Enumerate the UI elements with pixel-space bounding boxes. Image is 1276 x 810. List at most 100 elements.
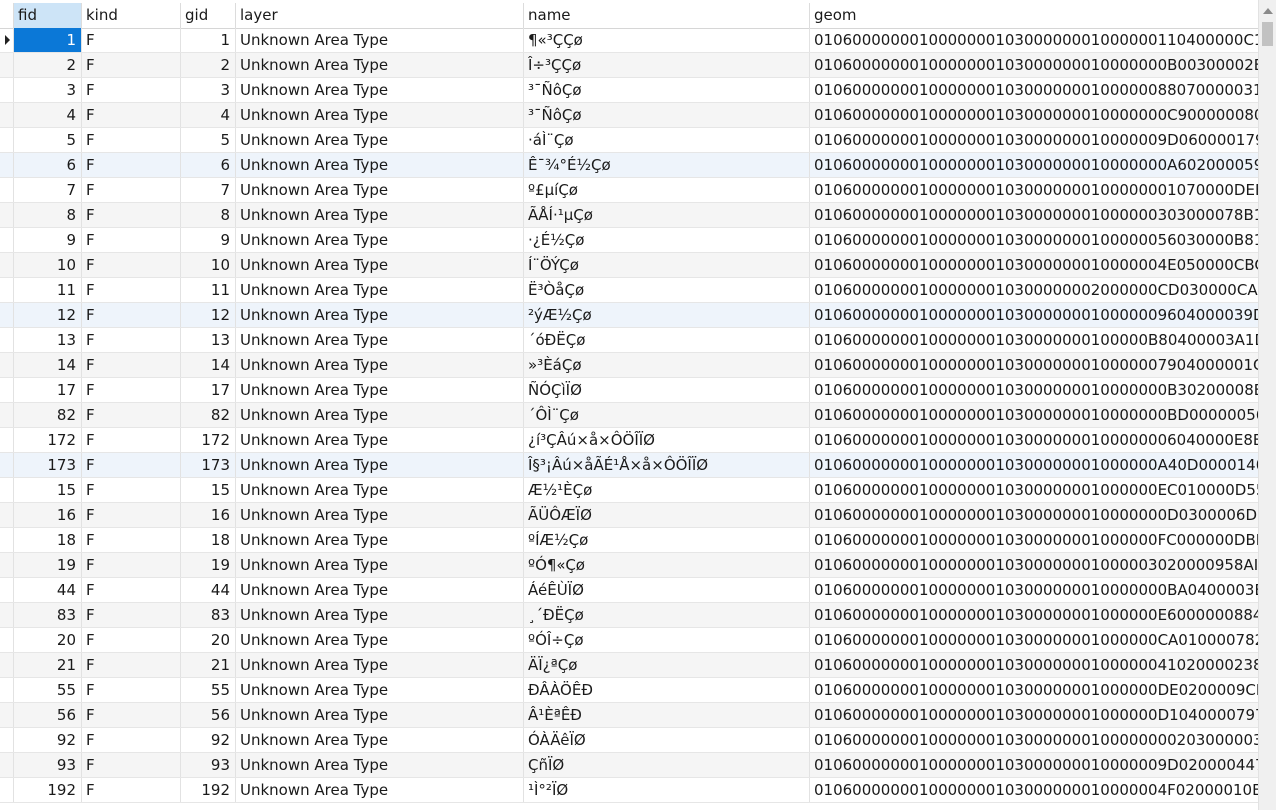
cell-layer[interactable]: Unknown Area Type	[236, 603, 524, 627]
cell-name[interactable]: Í¨ÖÝÇø	[524, 253, 810, 277]
cell-fid[interactable]: 14	[14, 353, 82, 377]
cell-name[interactable]: ·áÌ¨Çø	[524, 128, 810, 152]
cell-gid[interactable]: 20	[181, 628, 236, 652]
cell-gid[interactable]: 7	[181, 178, 236, 202]
table-row[interactable]: 2 F 2 Unknown Area Type Î÷³ÇÇø 01060000000100…	[0, 53, 1258, 78]
cell-layer[interactable]: Unknown Area Type	[236, 478, 524, 502]
row-indicator[interactable]	[0, 53, 14, 77]
cell-gid[interactable]: 9	[181, 228, 236, 252]
cell-gid[interactable]: 16	[181, 503, 236, 527]
row-indicator[interactable]	[0, 378, 14, 402]
cell-geom[interactable]: 010600000001000000010300000001000000FC00…	[810, 528, 1258, 552]
table-row[interactable]: 19 F 19 Unknown Area Type ºÓ¶«Çø 010600000001…	[0, 553, 1258, 578]
cell-name[interactable]: ¸´ÐËÇø	[524, 603, 810, 627]
table-row[interactable]: 8 F 8 Unknown Area Type ÃÅÍ·¹µÇø 010600000001…	[0, 203, 1258, 228]
cell-geom[interactable]: 010600000001000000010300000001000000EC01…	[810, 478, 1258, 502]
cell-geom[interactable]: 0106000000010000000103000000010000001104…	[810, 28, 1258, 52]
cell-fid[interactable]: 8	[14, 203, 82, 227]
table-row[interactable]: 18 F 18 Unknown Area Type ºÍÆ½Çø 010600000001…	[0, 528, 1258, 553]
cell-layer[interactable]: Unknown Area Type	[236, 528, 524, 552]
cell-kind[interactable]: F	[82, 528, 181, 552]
cell-name[interactable]: ÃÅÍ·¹µÇø	[524, 203, 810, 227]
cell-kind[interactable]: F	[82, 578, 181, 602]
cell-fid[interactable]: 10	[14, 253, 82, 277]
table-row[interactable]: 16 F 16 Unknown Area Type ÃÜÔÆÏØ 010600000001…	[0, 503, 1258, 528]
cell-kind[interactable]: F	[82, 228, 181, 252]
cell-geom[interactable]: 0106000000010000000103000000010000000020…	[810, 728, 1258, 752]
cell-layer[interactable]: Unknown Area Type	[236, 153, 524, 177]
row-indicator[interactable]	[0, 103, 14, 127]
row-indicator[interactable]	[0, 703, 14, 727]
row-indicator[interactable]	[0, 253, 14, 277]
cell-gid[interactable]: 83	[181, 603, 236, 627]
row-indicator[interactable]	[0, 628, 14, 652]
cell-geom[interactable]: 0106000000010000000103000000010000009D06…	[810, 128, 1258, 152]
cell-name[interactable]: ÓÀÄêÏØ	[524, 728, 810, 752]
row-indicator[interactable]	[0, 478, 14, 502]
table-row[interactable]: 93 F 93 Unknown Area Type ÇñÏØ 01060000000100…	[0, 753, 1258, 778]
cell-gid[interactable]: 12	[181, 303, 236, 327]
row-indicator[interactable]	[0, 453, 14, 477]
cell-layer[interactable]: Unknown Area Type	[236, 253, 524, 277]
cell-name[interactable]: »³ÈáÇø	[524, 353, 810, 377]
row-indicator[interactable]	[0, 778, 14, 802]
cell-layer[interactable]: Unknown Area Type	[236, 328, 524, 352]
row-indicator[interactable]	[0, 528, 14, 552]
table-row[interactable]: 82 F 82 Unknown Area Type ´ÔÌ¨Çø 010600000001…	[0, 403, 1258, 428]
row-indicator[interactable]	[0, 153, 14, 177]
cell-layer[interactable]: Unknown Area Type	[236, 728, 524, 752]
cell-name[interactable]: Ê¯¾°É½Çø	[524, 153, 810, 177]
cell-kind[interactable]: F	[82, 278, 181, 302]
cell-geom[interactable]: 0106000000010000000103000000010000030200…	[810, 553, 1258, 577]
cell-kind[interactable]: F	[82, 678, 181, 702]
cell-kind[interactable]: F	[82, 778, 181, 802]
row-indicator[interactable]	[0, 203, 14, 227]
cell-kind[interactable]: F	[82, 253, 181, 277]
cell-geom[interactable]: 0106000000010000000103000000010000000B30…	[810, 378, 1258, 402]
table-row[interactable]: 172 F 172 Unknown Area Type ¿í³ÇÂú×å×ÔÖÎÏØ 01…	[0, 428, 1258, 453]
table-row[interactable]: 15 F 15 Unknown Area Type Æ½¹ÈÇø 010600000001…	[0, 478, 1258, 503]
cell-geom[interactable]: 01060000000100000001030000000100000B8040…	[810, 328, 1258, 352]
cell-gid[interactable]: 2	[181, 53, 236, 77]
cell-kind[interactable]: F	[82, 603, 181, 627]
cell-fid[interactable]: 21	[14, 653, 82, 677]
cell-fid[interactable]: 13	[14, 328, 82, 352]
cell-gid[interactable]: 5	[181, 128, 236, 152]
cell-gid[interactable]: 13	[181, 328, 236, 352]
cell-fid[interactable]: 17	[14, 378, 82, 402]
table-row[interactable]: 20 F 20 Unknown Area Type ºÓÎ÷Çø 010600000001…	[0, 628, 1258, 653]
cell-name[interactable]: ¹Ì°²ÏØ	[524, 778, 810, 802]
cell-geom[interactable]: 0106000000010000000103000000010000000BD0…	[810, 403, 1258, 427]
cell-name[interactable]: ³¯ÑôÇø	[524, 103, 810, 127]
cell-fid[interactable]: 20	[14, 628, 82, 652]
cell-layer[interactable]: Unknown Area Type	[236, 753, 524, 777]
row-indicator[interactable]	[0, 353, 14, 377]
cell-gid[interactable]: 19	[181, 553, 236, 577]
row-indicator[interactable]	[0, 128, 14, 152]
vertical-scrollbar[interactable]	[1258, 0, 1276, 810]
cell-layer[interactable]: Unknown Area Type	[236, 353, 524, 377]
cell-name[interactable]: ²ýÆ½Çø	[524, 303, 810, 327]
cell-fid[interactable]: 12	[14, 303, 82, 327]
cell-gid[interactable]: 17	[181, 378, 236, 402]
cell-kind[interactable]: F	[82, 28, 181, 52]
cell-name[interactable]: ¶«³ÇÇø	[524, 28, 810, 52]
cell-name[interactable]: ÃÜÔÆÏØ	[524, 503, 810, 527]
cell-kind[interactable]: F	[82, 428, 181, 452]
table-row[interactable]: 55 F 55 Unknown Area Type ÐÂÀÖÊÐ 010600000001…	[0, 678, 1258, 703]
table-row[interactable]: 17 F 17 Unknown Area Type ÑÓÇìÏØ 010600000001…	[0, 378, 1258, 403]
table-row[interactable]: 4 F 4 Unknown Area Type ³¯ÑôÇø 01060000000100…	[0, 103, 1258, 128]
cell-fid[interactable]: 18	[14, 528, 82, 552]
table-row[interactable]: 3 F 3 Unknown Area Type ³¯ÑôÇø 01060000000100…	[0, 78, 1258, 103]
cell-layer[interactable]: Unknown Area Type	[236, 678, 524, 702]
cell-gid[interactable]: 8	[181, 203, 236, 227]
table-row[interactable]: 6 F 6 Unknown Area Type Ê¯¾°É½Çø 010600000001…	[0, 153, 1258, 178]
cell-kind[interactable]: F	[82, 353, 181, 377]
cell-fid[interactable]: 15	[14, 478, 82, 502]
cell-gid[interactable]: 82	[181, 403, 236, 427]
cell-geom[interactable]: 0106000000010000000103000000010000000107…	[810, 178, 1258, 202]
cell-layer[interactable]: Unknown Area Type	[236, 503, 524, 527]
cell-layer[interactable]: Unknown Area Type	[236, 453, 524, 477]
table-row[interactable]: 21 F 21 Unknown Area Type ÄÏ¿ªÇø 010600000001…	[0, 653, 1258, 678]
cell-kind[interactable]: F	[82, 303, 181, 327]
